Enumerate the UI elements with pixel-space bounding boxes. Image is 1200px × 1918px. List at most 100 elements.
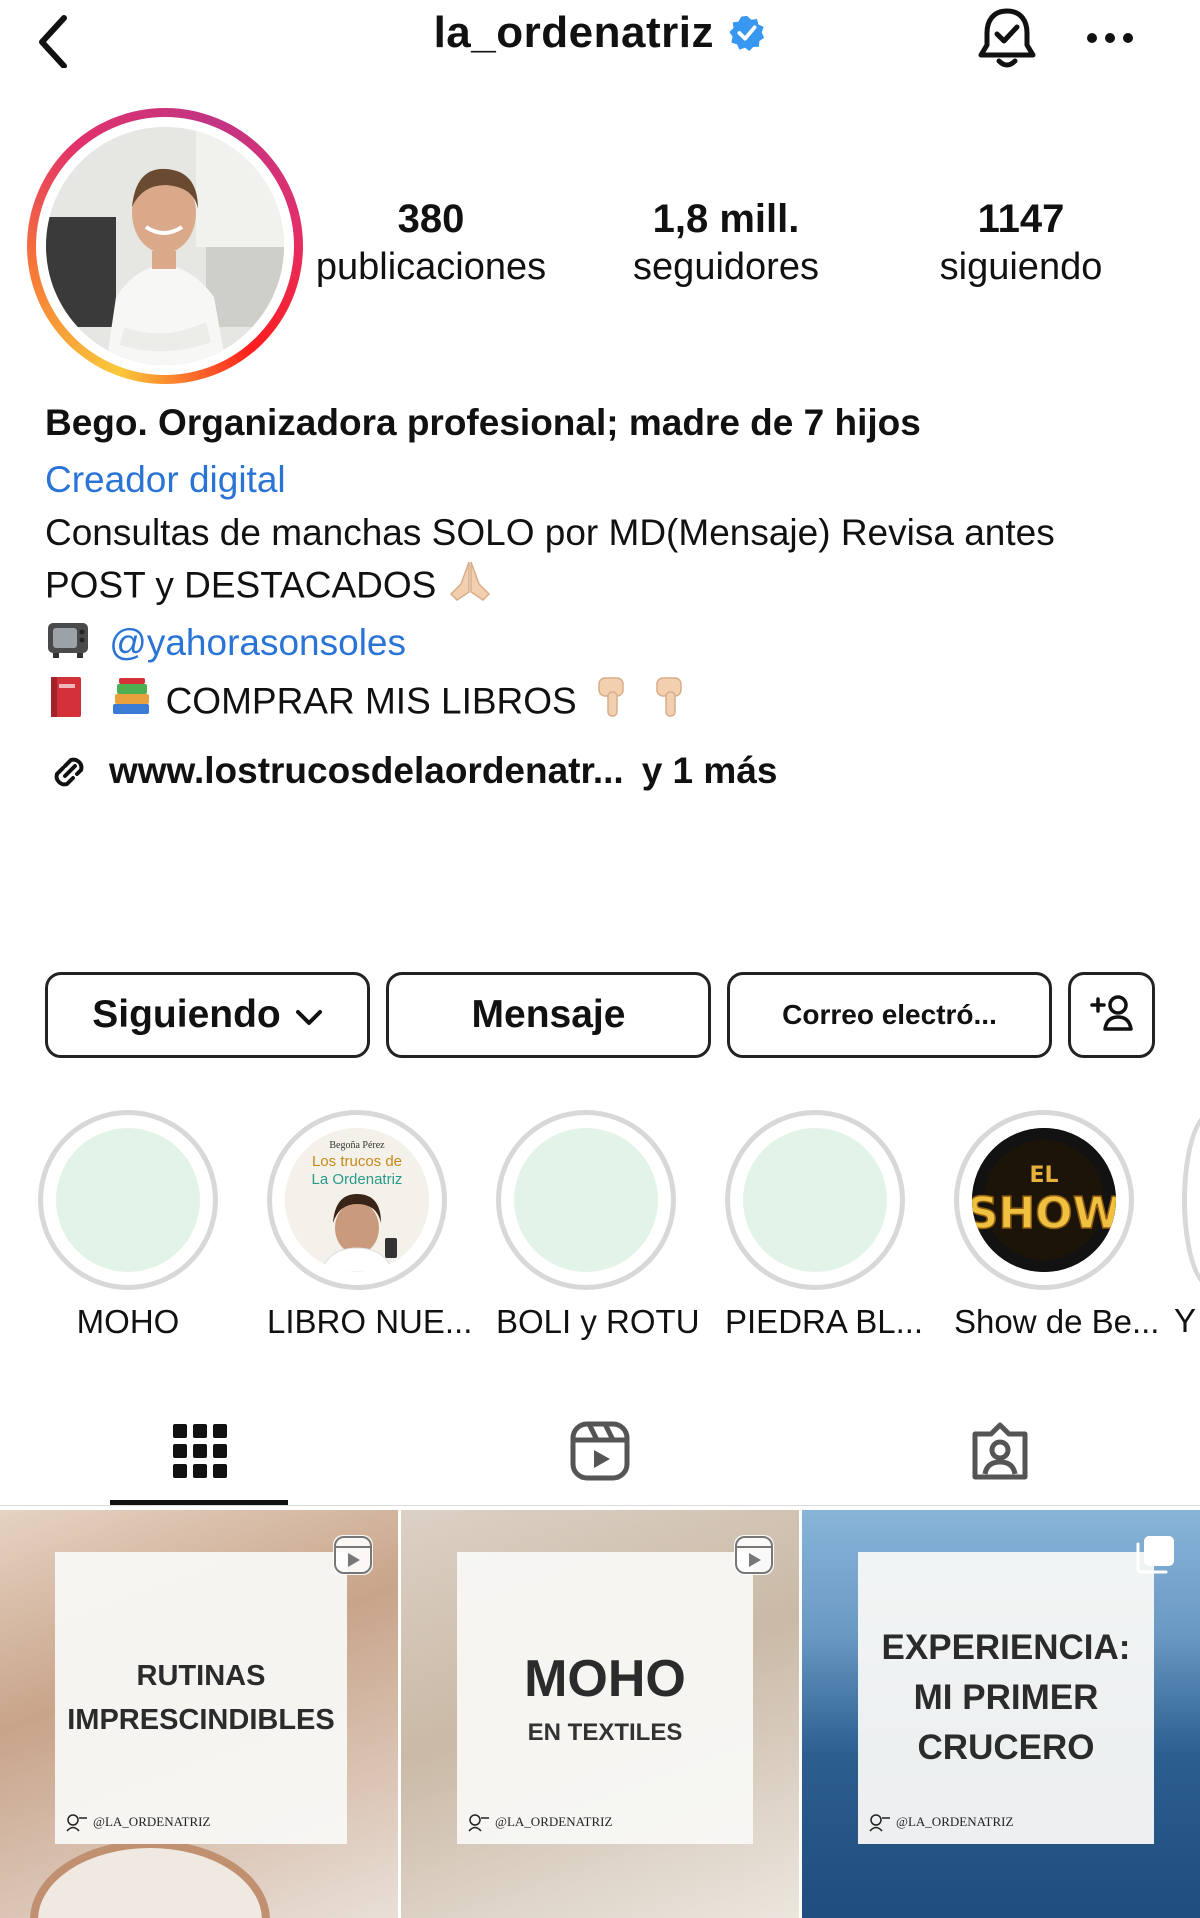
tab-reels[interactable] <box>400 1400 800 1506</box>
post-title-line2: IMPRESCINDIBLES <box>67 1704 335 1736</box>
praying-hands-icon <box>447 558 493 617</box>
highlight-cover-book: Begoña Pérez Los trucos de La Ordenatriz <box>285 1128 429 1272</box>
followers-count: 1,8 mill. <box>652 197 800 241</box>
tagged-person-icon <box>969 1420 1031 1487</box>
add-user-icon <box>1089 993 1135 1038</box>
profile-header: la_ordenatriz <box>0 0 1200 80</box>
highlight-label: LIBRO NUE... <box>267 1303 473 1340</box>
bio-text-line2-text: POST y DESTACADOS <box>45 564 437 606</box>
post-title-line1: EXPERIENCIA: <box>881 1628 1131 1667</box>
bio-books-line: COMPRAR MIS LIBROS <box>45 674 1165 733</box>
book-author: Begoña Pérez <box>329 1140 385 1151</box>
post-watermark: @LA_ORDENATRIZ <box>868 1812 1013 1832</box>
highlight-label: Show de Be... <box>954 1303 1160 1340</box>
highlight-ring <box>38 1110 218 1290</box>
book-title-line1: Los trucos de <box>312 1153 402 1170</box>
posts-grid: RUTINAS IMPRESCINDIBLES @LA_ORDENATRIZ M… <box>0 1510 1200 1918</box>
posts-count: 380 <box>397 197 465 241</box>
following-button-label: Siguiendo <box>92 993 281 1036</box>
avatar-story-ring[interactable] <box>27 108 303 384</box>
closed-book-icon <box>45 674 87 733</box>
stat-followers[interactable]: 1,8 mill. seguidores <box>600 195 852 291</box>
verified-badge-icon <box>728 14 766 52</box>
highlight-ring <box>496 1110 676 1290</box>
show-logo-word: SHOW <box>972 1188 1116 1239</box>
post-title-line2: MI PRIMER <box>913 1678 1099 1717</box>
email-button[interactable]: Correo electró... <box>727 972 1052 1058</box>
tab-grid[interactable] <box>0 1400 400 1506</box>
clock-image <box>30 1840 270 1918</box>
following-button[interactable]: Siguiendo <box>45 972 370 1058</box>
show-logo-top: EL <box>1029 1163 1058 1188</box>
post-thumbnail[interactable]: RUTINAS IMPRESCINDIBLES @LA_ORDENATRIZ <box>0 1510 398 1918</box>
highlight-ring: Begoña Pérez Los trucos de La Ordenatriz <box>267 1110 447 1290</box>
more-options-icon[interactable] <box>1080 18 1140 58</box>
username: la_ordenatriz <box>433 8 714 57</box>
highlight-label: BOLI y ROTU <box>496 1303 700 1340</box>
books-stack-icon <box>109 674 155 733</box>
highlight-label: MOHO <box>76 1303 180 1340</box>
highlight-item[interactable]: PIEDRA BL... <box>725 1110 924 1342</box>
bio-text-line2: POST y DESTACADOS <box>45 558 1165 617</box>
stat-posts[interactable]: 380 publicaciones <box>300 195 562 291</box>
post-thumbnail[interactable]: MOHO EN TEXTILES @LA_ORDENATRIZ <box>401 1510 799 1918</box>
carousel-icon <box>1132 1532 1178 1578</box>
reels-icon <box>569 1420 631 1487</box>
bio-text-line1: Consultas de manchas SOLO por MD(Mensaje… <box>45 512 1055 553</box>
post-title-line1: RUTINAS <box>136 1660 266 1692</box>
reel-icon <box>731 1532 777 1578</box>
books-text: COMPRAR MIS LIBROS <box>165 680 577 722</box>
stat-following[interactable]: 1147 siguiendo <box>890 195 1152 291</box>
post-watermark-text: @LA_ORDENATRIZ <box>896 1814 1014 1829</box>
following-label: siguiendo <box>939 246 1103 288</box>
tab-tagged[interactable] <box>800 1400 1200 1506</box>
add-user-button[interactable] <box>1068 972 1155 1058</box>
highlight-ring: EL SHOW <box>954 1110 1134 1290</box>
message-button[interactable]: Mensaje <box>386 972 711 1058</box>
post-title-line3: CRUCERO <box>917 1728 1095 1767</box>
highlight-item-partial[interactable] <box>1182 1110 1200 1290</box>
post-card: MOHO EN TEXTILES @LA_ORDENATRIZ <box>457 1552 753 1844</box>
post-watermark-text: @LA_ORDENATRIZ <box>495 1814 613 1829</box>
post-watermark-text: @LA_ORDENATRIZ <box>93 1814 211 1829</box>
bio-link[interactable]: www.lostrucosdelaordenatr... <box>109 750 624 791</box>
avatar <box>46 127 284 365</box>
post-subtitle: EN TEXTILES <box>527 1719 683 1746</box>
post-card: EXPERIENCIA: MI PRIMER CRUCERO @LA_ORDEN… <box>858 1552 1154 1844</box>
notifications-bell-icon[interactable] <box>975 5 1039 71</box>
post-watermark: @LA_ORDENATRIZ <box>65 1812 210 1832</box>
post-thumbnail[interactable]: EXPERIENCIA: MI PRIMER CRUCERO @LA_ORDEN… <box>802 1510 1200 1918</box>
post-watermark: @LA_ORDENATRIZ <box>467 1812 612 1832</box>
bio-section: Bego. Organizadora profesional; madre de… <box>45 398 1165 799</box>
bio-link-more[interactable]: y 1 más <box>642 750 778 791</box>
bio-category[interactable]: Creador digital <box>45 452 1165 508</box>
pointing-down-icon <box>593 674 633 733</box>
bio-mention-line: @yahorasonsoles <box>45 617 1165 674</box>
highlight-cover-show: EL SHOW <box>972 1128 1116 1272</box>
bio-name: Bego. Organizadora profesional; madre de… <box>45 402 921 443</box>
highlight-item[interactable]: Begoña Pérez Los trucos de La Ordenatriz… <box>267 1110 473 1342</box>
highlight-item[interactable]: BOLI y ROTU <box>496 1110 700 1342</box>
followers-label: seguidores <box>633 246 819 288</box>
chevron-down-icon <box>295 993 323 1037</box>
posts-label: publicaciones <box>315 246 547 288</box>
post-title: MOHO <box>524 1650 686 1708</box>
highlight-cover <box>743 1128 887 1272</box>
mention-link[interactable]: @yahorasonsoles <box>109 622 406 663</box>
highlight-cover <box>514 1128 658 1272</box>
bio-link-row[interactable]: www.lostrucosdelaordenatr... y 1 más <box>45 743 1165 799</box>
highlight-cover <box>56 1128 200 1272</box>
profile-tabs <box>0 1400 1200 1510</box>
message-button-label: Mensaje <box>471 993 626 1036</box>
television-icon <box>45 617 91 674</box>
pointing-down-icon <box>651 674 691 733</box>
following-count: 1147 <box>977 197 1065 241</box>
highlight-ring <box>725 1110 905 1290</box>
reel-icon <box>330 1532 376 1578</box>
highlight-label: PIEDRA BL... <box>725 1303 924 1340</box>
highlight-label-partial: Y <box>1174 1302 1197 1339</box>
email-button-label: Correo electró... <box>782 999 997 1030</box>
tabs-divider <box>0 1505 1200 1506</box>
highlight-item[interactable]: MOHO <box>38 1110 218 1342</box>
highlight-item[interactable]: EL SHOW Show de Be... <box>954 1110 1160 1342</box>
